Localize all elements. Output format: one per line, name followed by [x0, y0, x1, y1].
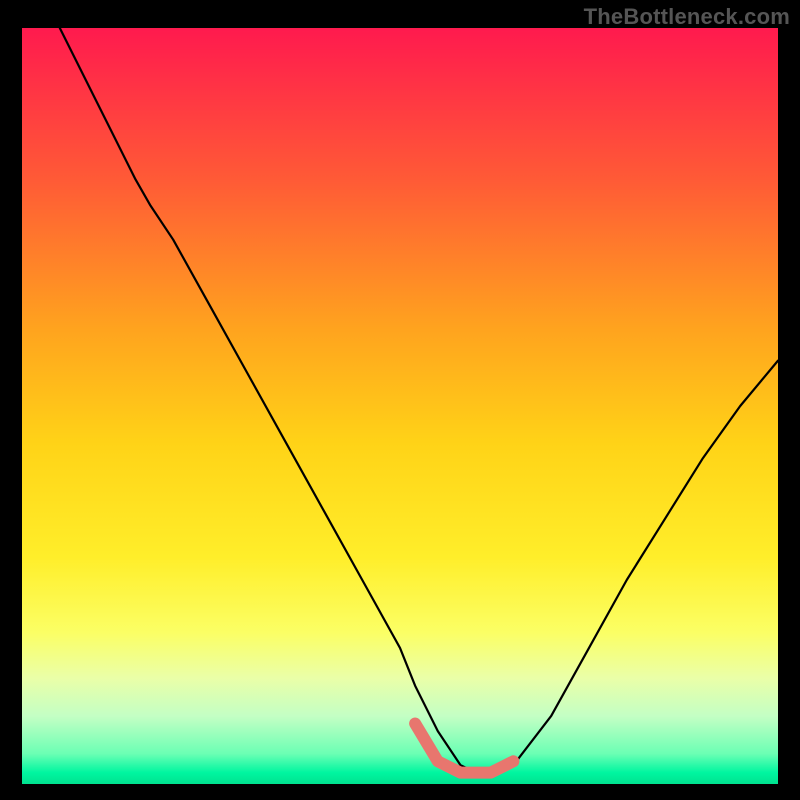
- plot-area: [22, 28, 778, 784]
- watermark-text: TheBottleneck.com: [584, 4, 790, 30]
- gradient-background: [22, 28, 778, 784]
- plot-svg: [22, 28, 778, 784]
- chart-frame: TheBottleneck.com: [0, 0, 800, 800]
